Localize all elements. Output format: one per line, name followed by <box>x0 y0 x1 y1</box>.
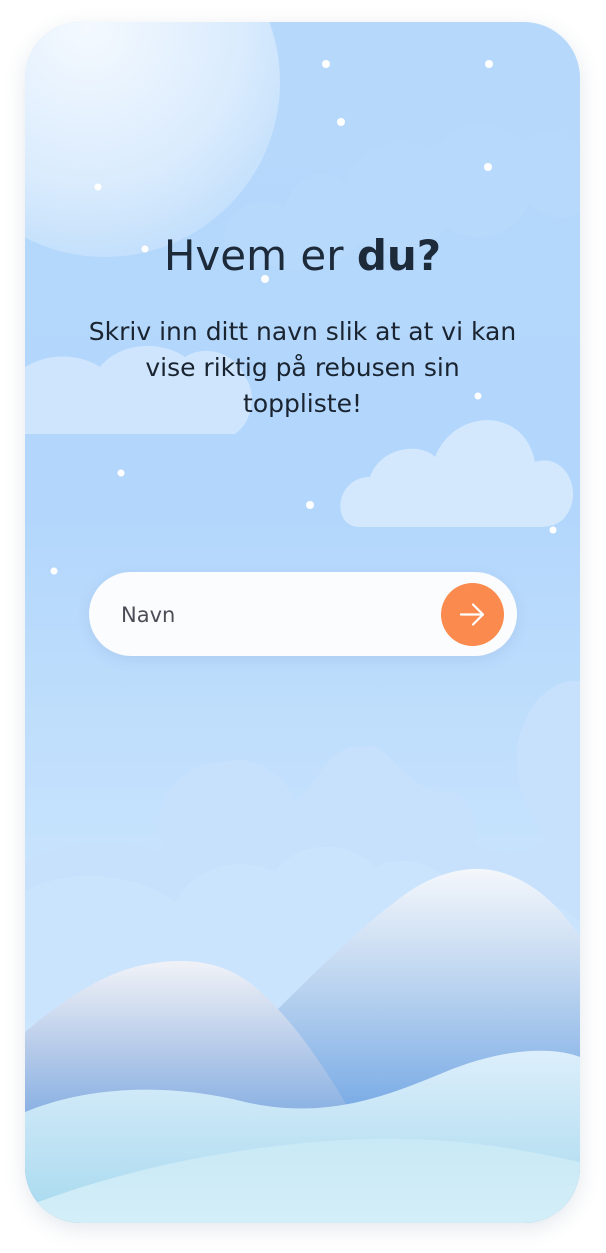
name-input[interactable] <box>119 592 423 638</box>
name-entry-bar <box>89 572 517 656</box>
phone-frame: Hvem er du? Skriv inn ditt navn slik at … <box>25 22 580 1223</box>
instruction-text: Skriv inn ditt navn slik at at vi kan vi… <box>88 317 517 418</box>
title-bold-text: du? <box>356 231 442 280</box>
title-normal-text: Hvem er <box>163 231 357 280</box>
page-title: Hvem er du? <box>25 228 580 284</box>
submit-button[interactable] <box>441 583 504 646</box>
arrow-right-icon <box>459 603 485 626</box>
cloud-right <box>340 420 574 527</box>
